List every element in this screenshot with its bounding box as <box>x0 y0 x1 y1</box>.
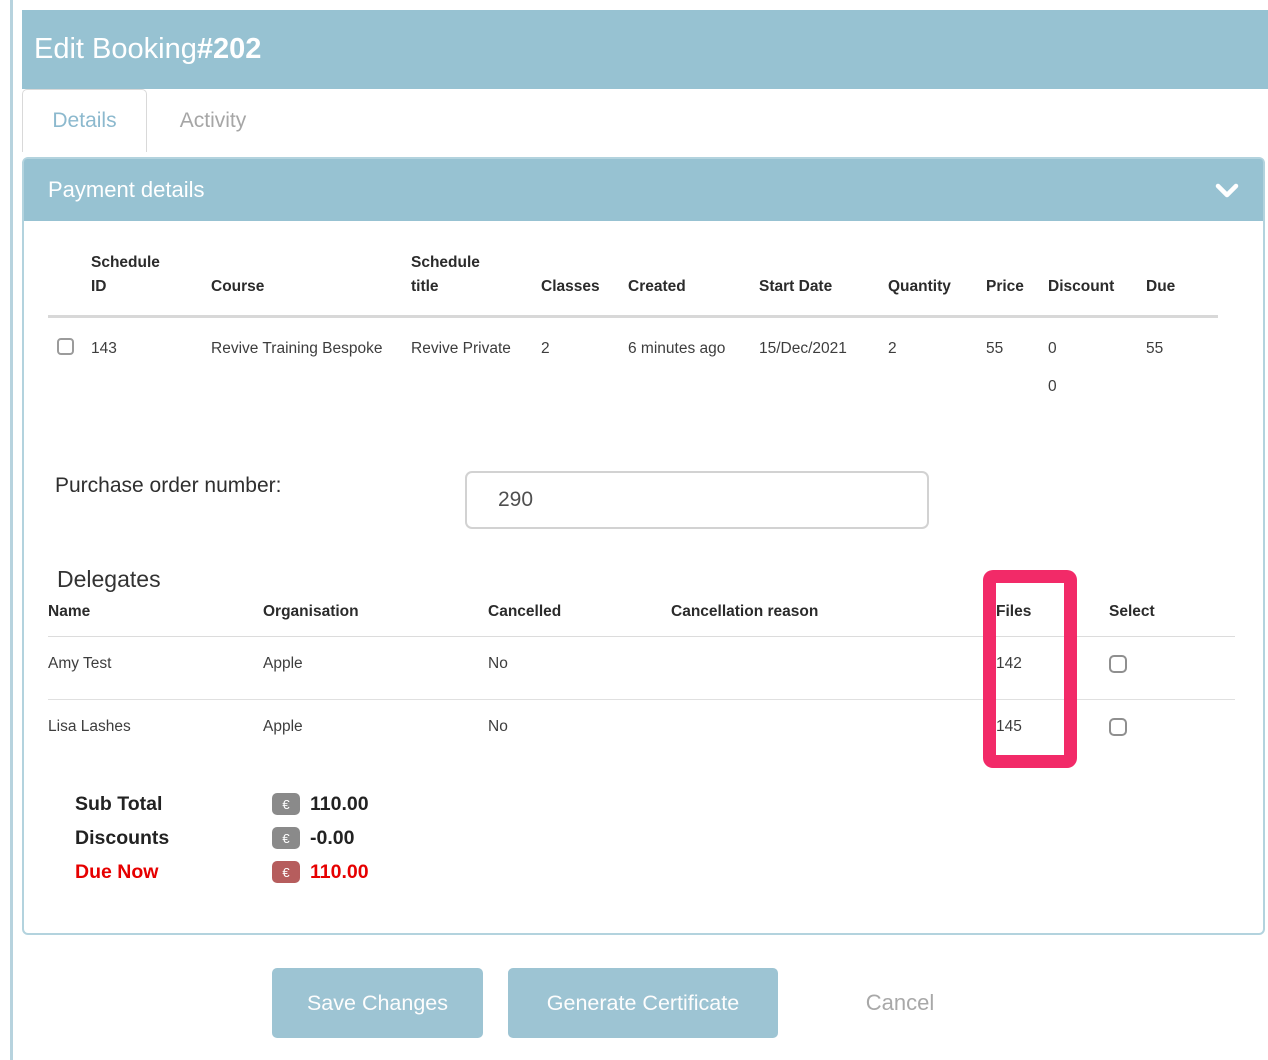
column-header-select: Select <box>1109 603 1235 637</box>
schedule-header-row: Schedule ID Course Schedule title Classe… <box>48 251 1218 317</box>
discounts-label: Discounts <box>75 827 272 850</box>
discount-total-cell: 0 <box>1048 364 1146 424</box>
tab-activity[interactable]: Activity <box>147 89 279 152</box>
page-title-text: Edit Booking <box>34 33 197 66</box>
euro-badge-icon: € <box>272 861 300 883</box>
delegate-select-cell <box>1109 700 1235 763</box>
euro-badge-icon: € <box>272 827 300 849</box>
delegate-organisation-cell: Apple <box>263 637 488 700</box>
course-cell: Revive Training Bespoke <box>211 317 411 365</box>
chevron-down-icon[interactable] <box>1215 183 1239 198</box>
booking-number: #202 <box>197 33 262 66</box>
column-header-discount: Discount <box>1048 251 1146 317</box>
payment-details-title: Payment details <box>48 177 205 203</box>
schedule-title-cell: Revive Private <box>411 317 541 365</box>
generate-certificate-button[interactable]: Generate Certificate <box>508 968 778 1038</box>
cancel-button[interactable]: Cancel <box>845 968 955 1038</box>
select-column-header <box>48 251 91 317</box>
column-header-files: Files <box>996 603 1109 637</box>
payment-details-panel: Payment details Schedule ID Course Sch <box>22 157 1265 935</box>
column-header-name: Name <box>48 603 263 637</box>
column-header-price: Price <box>986 251 1048 317</box>
price-cell: 55 <box>986 317 1048 365</box>
schedule-id-cell: 143 <box>91 317 211 365</box>
save-changes-button[interactable]: Save Changes <box>272 968 483 1038</box>
column-header-cancelled: Cancelled <box>488 603 671 637</box>
delegate-row: Amy Test Apple No 142 <box>48 637 1235 700</box>
delegate-select-checkbox[interactable] <box>1109 655 1127 673</box>
column-header-schedule-title: Schedule title <box>411 251 541 317</box>
tab-bar: Details Activity <box>22 89 279 152</box>
column-header-schedule-id: Schedule ID <box>91 251 211 317</box>
delegate-row: Lisa Lashes Apple No 145 <box>48 700 1235 763</box>
payment-details-header[interactable]: Payment details <box>24 159 1263 221</box>
column-header-due: Due <box>1146 251 1218 317</box>
schedule-row: 143 Revive Training Bespoke Revive Priva… <box>48 317 1218 365</box>
delegate-select-cell <box>1109 637 1235 700</box>
column-header-created: Created <box>628 251 759 317</box>
delegate-files-cell: 142 <box>996 637 1109 700</box>
delegate-cancelled-cell: No <box>488 700 671 763</box>
column-header-classes: Classes <box>541 251 628 317</box>
discounts-row: Discounts € -0.00 <box>75 821 369 855</box>
column-header-course: Course <box>211 251 411 317</box>
created-cell: 6 minutes ago <box>628 317 759 365</box>
payment-details-body: Schedule ID Course Schedule title Classe… <box>24 221 1263 933</box>
sub-total-value: 110.00 <box>310 793 369 816</box>
delegate-organisation-cell: Apple <box>263 700 488 763</box>
schedule-row-select-cell <box>48 317 91 365</box>
due-now-row: Due Now € 110.00 <box>75 855 369 889</box>
purchase-order-label: Purchase order number: <box>55 474 281 498</box>
totals-summary: Sub Total € 110.00 Discounts € -0.00 Due… <box>75 787 369 889</box>
sub-total-row: Sub Total € 110.00 <box>75 787 369 821</box>
delegates-heading: Delegates <box>57 566 161 593</box>
delegate-select-checkbox[interactable] <box>1109 718 1127 736</box>
due-now-label: Due Now <box>75 861 272 884</box>
edit-booking-page: Edit Booking #202 Details Activity Payme… <box>0 0 1268 1060</box>
classes-cell: 2 <box>541 317 628 365</box>
column-header-start-date: Start Date <box>759 251 888 317</box>
due-cell: 55 <box>1146 317 1218 365</box>
discount-cell: 0 <box>1048 317 1146 365</box>
discounts-value: -0.00 <box>310 827 354 850</box>
delegate-files-cell: 145 <box>996 700 1109 763</box>
start-date-cell: 15/Dec/2021 <box>759 317 888 365</box>
column-header-cancellation-reason: Cancellation reason <box>671 603 996 637</box>
tab-details[interactable]: Details <box>22 89 147 152</box>
page-title: Edit Booking #202 <box>22 10 1268 89</box>
euro-badge-icon: € <box>272 793 300 815</box>
discount-total-row: 0 <box>48 364 1218 424</box>
delegate-cancellation-reason-cell <box>671 637 996 700</box>
delegate-name-cell: Lisa Lashes <box>48 700 263 763</box>
page-left-border <box>10 0 13 1060</box>
column-header-organisation: Organisation <box>263 603 488 637</box>
delegate-name-cell: Amy Test <box>48 637 263 700</box>
schedule-table: Schedule ID Course Schedule title Classe… <box>48 251 1218 424</box>
delegate-cancellation-reason-cell <box>671 700 996 763</box>
delegates-header-row: Name Organisation Cancelled Cancellation… <box>48 603 1235 637</box>
due-now-value: 110.00 <box>310 861 369 884</box>
sub-total-label: Sub Total <box>75 793 272 816</box>
delegates-table: Name Organisation Cancelled Cancellation… <box>48 603 1235 762</box>
purchase-order-input[interactable] <box>465 471 929 529</box>
column-header-quantity: Quantity <box>888 251 986 317</box>
quantity-cell: 2 <box>888 317 986 365</box>
schedule-row-checkbox[interactable] <box>57 338 74 355</box>
delegate-cancelled-cell: No <box>488 637 671 700</box>
